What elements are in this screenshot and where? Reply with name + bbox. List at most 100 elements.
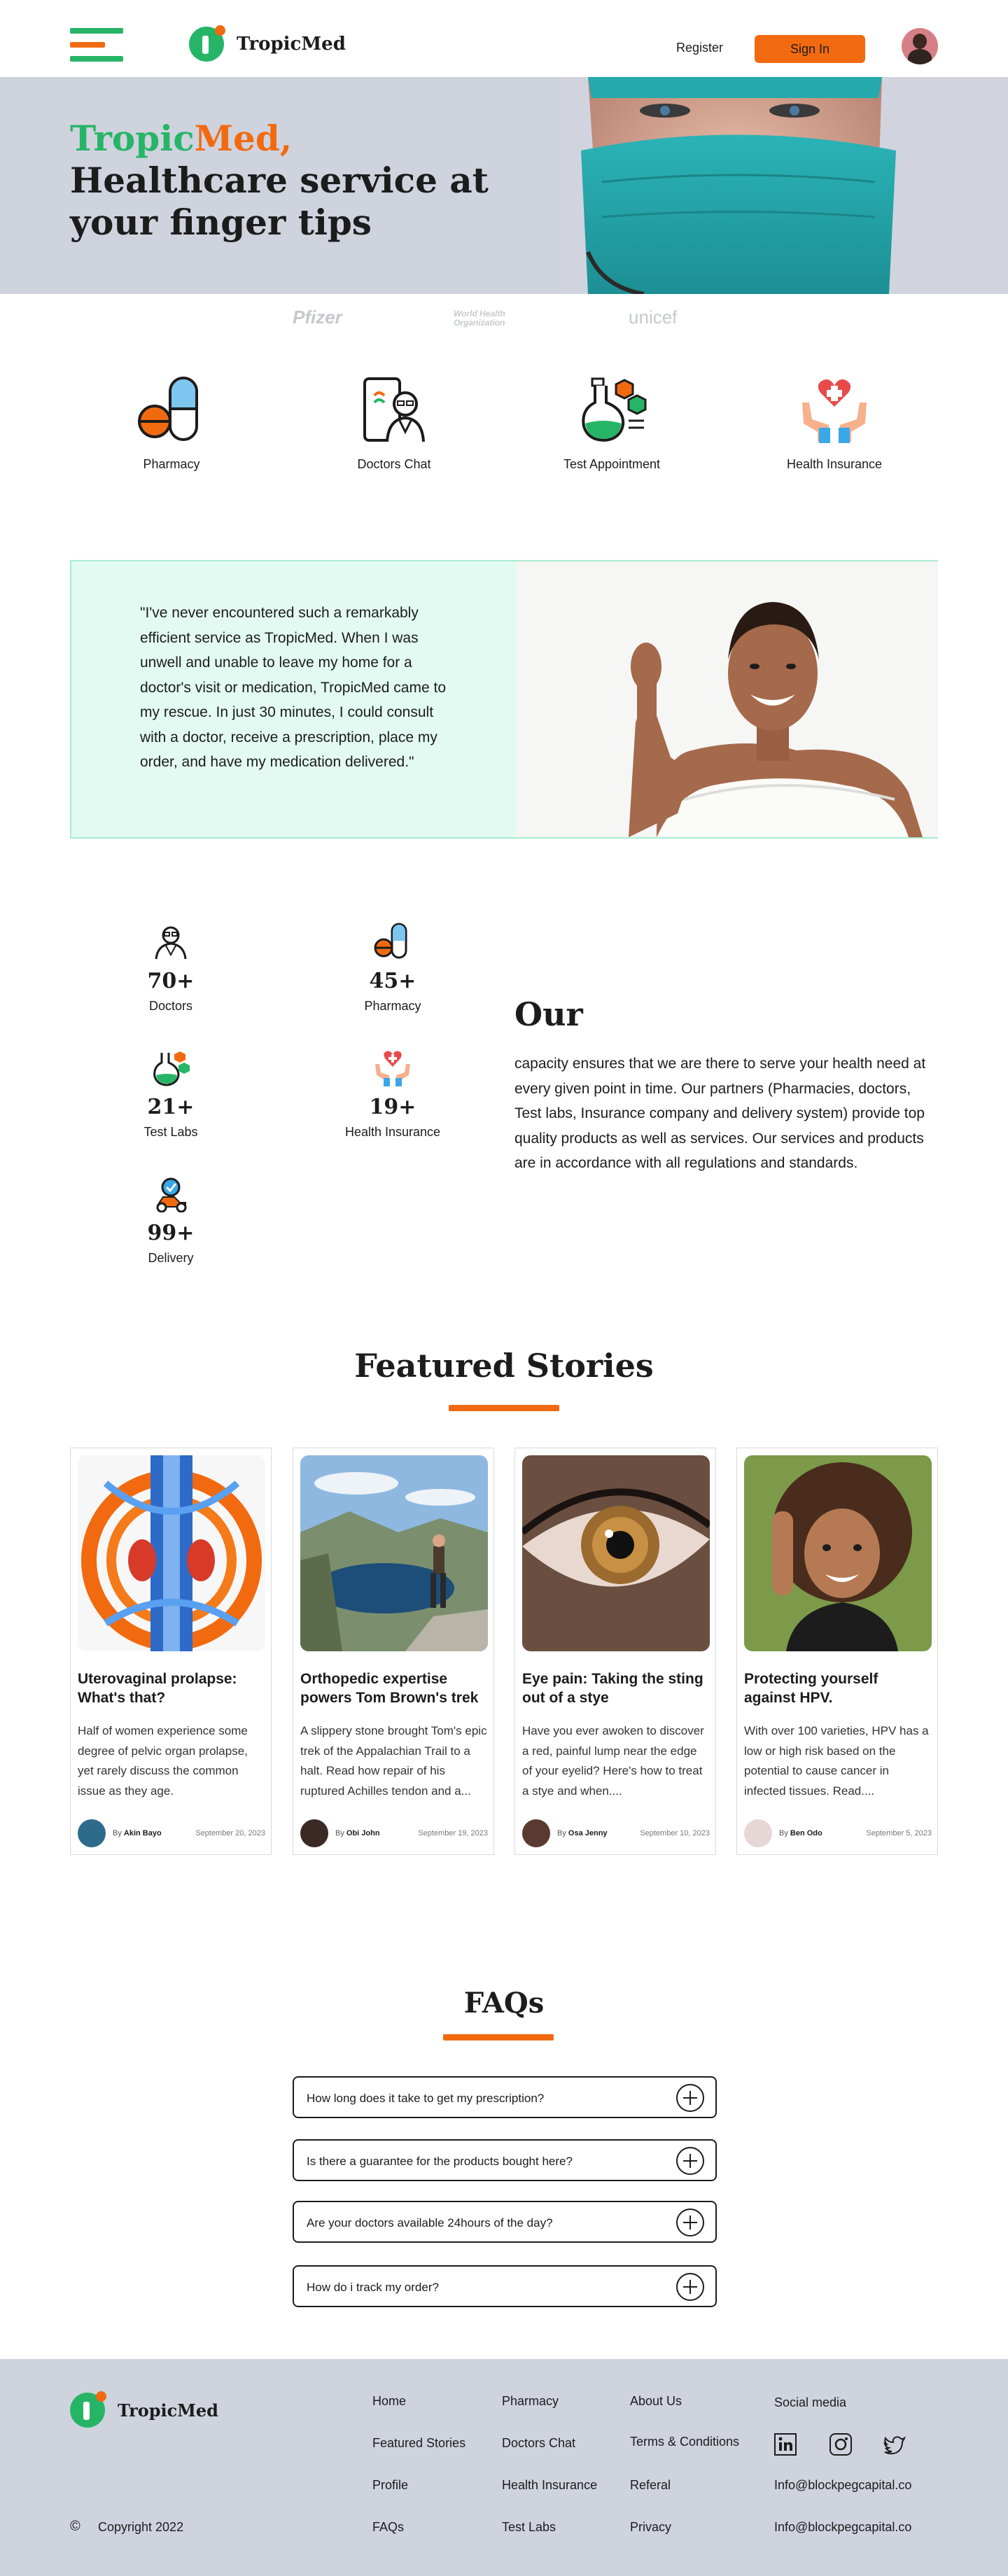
hero-title-rest: Healthcare service at your finger tips	[70, 160, 489, 243]
hands-heart-icon	[375, 1051, 410, 1086]
story-card[interactable]: Protecting yourself against HPV. With ov…	[736, 1448, 938, 1855]
testimonial-photo	[517, 561, 938, 837]
faq-item[interactable]: Are your doctors available 24hours of th…	[293, 2201, 717, 2243]
linkedin-icon[interactable]	[774, 2433, 797, 2456]
lab-flask-icon	[153, 1051, 190, 1086]
stat-value: 19+	[369, 1095, 416, 1119]
plus-icon[interactable]	[676, 2147, 704, 2175]
site-footer	[0, 2359, 1008, 2576]
stat-label: Test Labs	[144, 1125, 198, 1139]
plus-icon[interactable]	[676, 2208, 704, 2236]
pill-capsule-icon	[374, 923, 407, 959]
story-meta: By Ben Odo September 5, 2023	[744, 1819, 932, 1847]
plus-icon[interactable]	[676, 2273, 704, 2301]
story-date: September 20, 2023	[195, 1829, 265, 1837]
footer-link[interactable]: Referal	[630, 2478, 671, 2493]
faq-question: How do i track my order?	[307, 2281, 439, 2294]
footer-logo[interactable]: TropicMed	[70, 2391, 218, 2428]
service-label: Doctors Chat	[357, 457, 431, 471]
hamburger-menu-icon[interactable]	[70, 28, 123, 63]
faq-question: How long does it take to get my prescrip…	[307, 2092, 545, 2105]
story-image-anatomy	[78, 1455, 265, 1651]
stat-value: 99+	[147, 1221, 195, 1245]
author-avatar	[522, 1819, 550, 1847]
author-avatar	[78, 1819, 106, 1847]
logo[interactable]: TropicMed	[189, 25, 346, 62]
service-health-insurance[interactable]: Health Insurance	[757, 374, 911, 472]
copyright-icon: ©	[70, 2519, 80, 2534]
partner-logo-pfizer: Pfizer	[293, 307, 342, 328]
faq-item[interactable]: Is there a guarantee for the products bo…	[293, 2139, 717, 2181]
story-date: September 19, 2023	[418, 1829, 488, 1837]
stat-value: 70+	[147, 969, 195, 993]
email-link[interactable]: Info@blockpegcapital.co	[774, 2520, 911, 2535]
stat-pharmacy: 45+ Pharmacy	[323, 923, 463, 1014]
partner-logo-unicef: unicef	[629, 307, 678, 328]
footer-link[interactable]: Doctors Chat	[502, 2436, 575, 2451]
site-header: TropicMed Register Sign In	[0, 0, 1008, 77]
stat-doctors: 70+ Doctors	[101, 923, 241, 1014]
footer-link[interactable]: Terms & Conditions	[630, 2435, 739, 2449]
partner-logo-who: World Health Organization	[454, 309, 505, 328]
service-doctors-chat[interactable]: Doctors Chat	[317, 374, 471, 472]
story-card[interactable]: Uterovaginal prolapse: What's that? Half…	[70, 1448, 272, 1855]
service-label: Pharmacy	[143, 457, 200, 471]
instagram-icon[interactable]	[830, 2433, 852, 2456]
sign-in-button[interactable]: Sign In	[755, 35, 865, 63]
testimonial-card: "I've never encountered such a remarkabl…	[70, 560, 938, 839]
faq-item[interactable]: How long does it take to get my prescrip…	[293, 2076, 717, 2118]
plus-icon[interactable]	[676, 2084, 704, 2112]
faqs-underline	[443, 2034, 554, 2040]
story-date: September 5, 2023	[866, 1829, 932, 1837]
footer-link[interactable]: About Us	[630, 2394, 682, 2409]
doctor-phone-icon	[363, 377, 425, 442]
hero-banner: TropicMed, Healthcare service at your fi…	[0, 77, 1008, 294]
service-test-appointment[interactable]: Test Appointment	[535, 374, 689, 472]
story-date: September 10, 2023	[640, 1829, 710, 1837]
delivery-icon	[156, 1177, 187, 1212]
story-meta: By Osa Jenny September 10, 2023	[522, 1819, 710, 1847]
story-author: By Ben Odo	[779, 1829, 822, 1837]
story-excerpt: Half of women experience some degree of …	[78, 1724, 248, 1798]
register-link[interactable]: Register	[676, 41, 723, 55]
featured-stories-title: Featured Stories	[354, 1347, 654, 1385]
story-card[interactable]: Orthopedic expertise powers Tom Brown's …	[293, 1448, 494, 1855]
footer-link[interactable]: Health Insurance	[502, 2478, 597, 2493]
stat-label: Health Insurance	[344, 1125, 441, 1139]
footer-link[interactable]: FAQs	[372, 2520, 404, 2535]
footer-link[interactable]: Pharmacy	[502, 2394, 559, 2409]
footer-link[interactable]: Profile	[372, 2478, 408, 2493]
story-title[interactable]: Protecting yourself against HPV.	[744, 1670, 933, 1707]
story-meta: By Obi John September 19, 2023	[300, 1819, 488, 1847]
story-title[interactable]: Eye pain: Taking the sting out of a stye	[522, 1670, 711, 1707]
faq-question: Are your doctors available 24hours of th…	[307, 2216, 553, 2230]
service-pharmacy[interactable]: Pharmacy	[94, 374, 248, 472]
story-excerpt: A slippery stone brought Tom's epic trek…	[300, 1724, 487, 1798]
faq-item[interactable]: How do i track my order?	[293, 2265, 717, 2307]
story-card[interactable]: Eye pain: Taking the sting out of a stye…	[514, 1448, 716, 1855]
doctor-icon	[155, 926, 187, 960]
story-image-hiker	[300, 1455, 488, 1651]
user-avatar[interactable]	[902, 28, 938, 64]
footer-link[interactable]: Test Labs	[502, 2520, 556, 2535]
story-title[interactable]: Orthopedic expertise powers Tom Brown's …	[300, 1670, 489, 1707]
stat-label: Doctors	[148, 999, 192, 1013]
hero-title-med: Med,	[194, 118, 293, 159]
logo-mark-icon	[189, 25, 225, 62]
footer-link[interactable]: Privacy	[630, 2520, 671, 2535]
twitter-icon[interactable]	[883, 2433, 906, 2456]
our-title: Our	[514, 995, 583, 1033]
faqs-title: FAQs	[463, 1987, 545, 2019]
our-body: capacity ensures that we are there to se…	[514, 1056, 926, 1171]
story-title[interactable]: Uterovaginal prolapse: What's that?	[78, 1670, 267, 1707]
stat-delivery: 99+ Delivery	[101, 1175, 241, 1266]
footer-link[interactable]: Home	[372, 2394, 406, 2409]
faq-question: Is there a guarantee for the products bo…	[307, 2155, 573, 2168]
footer-link[interactable]: Featured Stories	[372, 2436, 465, 2451]
hero-title-tropic: Tropic	[70, 118, 195, 159]
stat-value: 45+	[369, 969, 416, 993]
stat-label: Pharmacy	[364, 999, 421, 1013]
pill-capsule-icon	[138, 377, 198, 441]
stat-label: Delivery	[148, 1251, 194, 1265]
email-link[interactable]: Info@blockpegcapital.co	[774, 2478, 911, 2493]
